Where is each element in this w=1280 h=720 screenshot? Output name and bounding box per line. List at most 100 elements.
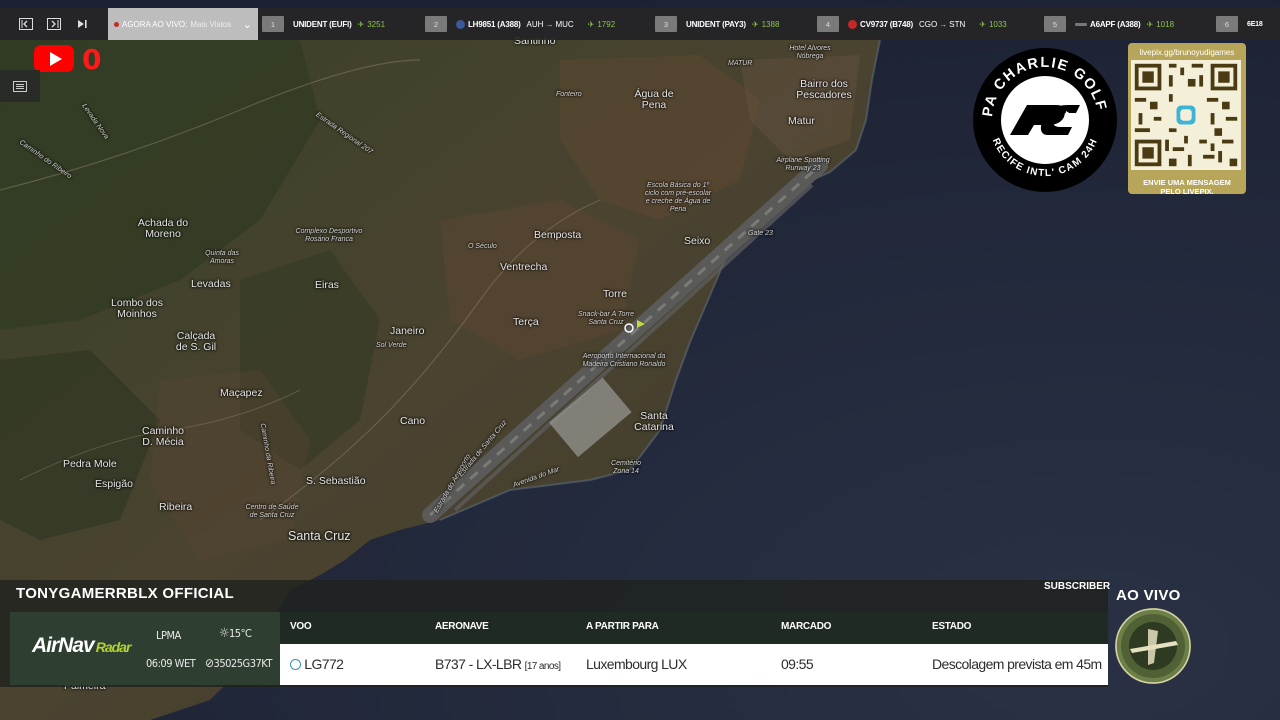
- map-label: Água de Pena: [634, 88, 674, 111]
- map-label: Escola Básica do 1º ciclo com pré-escola…: [644, 182, 712, 213]
- flight-ticker-item[interactable]: 2 LH9851 (A388) AUH → MUC ✈ 1792: [425, 8, 615, 40]
- arrow-right-icon: →: [545, 19, 554, 29]
- plane-icon: ✈: [751, 19, 759, 29]
- map-label: Janeiro: [390, 325, 425, 337]
- map-label: Achada do Moreno: [137, 217, 189, 240]
- map-label: Cemitério Zona 14: [611, 460, 641, 475]
- header-aircraft: AERONAVE: [435, 621, 489, 632]
- list-menu-icon[interactable]: [0, 70, 40, 102]
- flight-ticker-item[interactable]: 6 6E18: [1216, 8, 1269, 40]
- map-label: Ventrecha: [500, 261, 548, 273]
- live-now-dropdown[interactable]: AGORA AO VIVO: Mais Vistos ⌄: [108, 8, 258, 40]
- header-destination: A PARTIR PARA: [586, 621, 659, 632]
- channel-badge-icon: [1115, 608, 1191, 684]
- viewers-count: ✈ 1018: [1146, 19, 1175, 29]
- map-label: Espigão: [95, 478, 133, 490]
- qr-message: ENVIE UMA MENSAGEM PELO LIVEPIX.: [1143, 178, 1231, 196]
- rank-badge: 6: [1216, 16, 1238, 32]
- map-label: Sol Verde: [376, 342, 407, 349]
- map-label: Santa Catarina: [634, 410, 674, 433]
- flight-number-partial: 6E18: [1247, 20, 1263, 28]
- sun-cloud-icon: ☼: [219, 626, 230, 641]
- wind-icon: ⊘: [205, 656, 214, 670]
- flight-number: LH9851 (A388): [468, 19, 521, 29]
- flight-status: Descolagem prevista em 45m: [932, 656, 1102, 672]
- map-label: Complexo Desportivo Rosário Franca: [295, 228, 363, 243]
- flight-ticker-item[interactable]: 4 CV9737 (B748) CGO → STN ✈ 1033: [817, 8, 1007, 40]
- map-label: Snack-bar A Torre Santa Cruz: [577, 311, 635, 326]
- rank-badge: 3: [655, 16, 677, 32]
- map-label: O Século: [468, 243, 497, 250]
- map-label: Pedra Mole: [63, 458, 117, 470]
- map-label: Lombo dos Moinhos: [111, 297, 163, 320]
- flight-table-header: VOO AERONAVE A PARTIR PARA MARCADO ESTAD…: [280, 612, 1108, 644]
- map-label: Quinta das Amoras: [205, 250, 239, 265]
- header-flight: VOO: [290, 621, 312, 632]
- flight-route: CGO → STN: [919, 19, 966, 29]
- flight-ticker-item[interactable]: 1 UNIDENT (EUFI) ✈ 3251: [262, 8, 385, 40]
- wind-info: ⊘35025G37KT: [205, 656, 272, 670]
- flight-route: AUH → MUC: [526, 19, 574, 29]
- aircraft-reg: B737 - LX-LBR [17 anos]: [435, 656, 561, 672]
- destination: Luxembourg LUX: [586, 656, 687, 672]
- flight-number: UNIDENT (PAY3): [686, 19, 746, 29]
- map-label: Santa Cruz: [288, 529, 351, 543]
- airnav-logo: AirNav Radar: [32, 634, 131, 657]
- youtube-counter: 0: [82, 43, 102, 76]
- map-label: Bairro dos Pescadores: [796, 78, 852, 101]
- channel-name: TONYGAMERRBLX OFFICIAL: [16, 585, 234, 602]
- rank-badge: 1: [262, 16, 284, 32]
- flight-number: LG772: [290, 656, 344, 672]
- map-label: Levadas: [191, 278, 231, 290]
- flight-number: A6APF (A388): [1090, 19, 1141, 29]
- arrow-right-icon: →: [939, 19, 948, 29]
- youtube-icon: [34, 45, 74, 72]
- live-dot-icon: [114, 21, 119, 27]
- map-label: Matur: [788, 115, 815, 127]
- map-label: Hotel Alvores Nóbrega: [789, 45, 831, 60]
- header-status: ESTADO: [932, 621, 972, 632]
- livepix-qr-panel[interactable]: livepix.gg/brunoyudigames ENVIE UMA MENS…: [1128, 43, 1246, 196]
- map-label: Caminho D. Mécia: [141, 425, 185, 448]
- map-label: Airplane Spotting Runway 23: [776, 157, 830, 172]
- airline-logo-icon: [456, 19, 465, 29]
- map-label: Calçada de S. Gil: [175, 330, 217, 353]
- map-label: Centro de Saúde de Santa Cruz: [245, 504, 299, 519]
- plane-icon: ✈: [357, 19, 365, 29]
- viewers-count: ✈ 1033: [979, 19, 1007, 29]
- airline-logo-icon: [1075, 22, 1087, 26]
- map-label: Torre: [603, 288, 627, 300]
- flight-table-row[interactable]: LG772 B737 - LX-LBR [17 anos] Luxembourg…: [280, 644, 1108, 685]
- flight-number: UNIDENT (EUFI): [293, 19, 352, 29]
- live-now-label: AGORA AO VIVO:: [122, 19, 188, 29]
- scheduled-time: 09:55: [781, 656, 814, 672]
- flight-ticker-item[interactable]: 5 A6APF (A388) ✈ 1018: [1044, 8, 1174, 40]
- chevron-down-icon: ⌄: [242, 18, 252, 31]
- weather-temp: ☼15°C: [219, 626, 252, 641]
- flight-ticker-item[interactable]: 3 UNIDENT (PAY3) ✈ 1388: [655, 8, 779, 40]
- plane-icon: ✈: [1146, 19, 1154, 29]
- map-label: Gate 23: [748, 230, 773, 237]
- local-time: 06:09 WET: [146, 657, 196, 670]
- collapse-icon[interactable]: [12, 8, 40, 40]
- subscriber-label: SUBSCRIBER: [1044, 581, 1111, 592]
- airnav-info-box: AirNav Radar: [10, 612, 280, 685]
- header-scheduled: MARCADO: [781, 621, 832, 632]
- viewers-count: ✈ 3251: [357, 19, 386, 29]
- rank-badge: 5: [1044, 16, 1066, 32]
- map-label: Maçapez: [220, 387, 263, 399]
- viewers-count: ✈ 1388: [751, 19, 780, 29]
- plane-icon: ✈: [587, 19, 595, 29]
- qr-code-icon: [1131, 60, 1241, 170]
- map-label: Terça: [513, 316, 539, 328]
- map-label: S. Sebastião: [306, 475, 366, 487]
- plane-icon: ✈: [979, 19, 986, 29]
- viewers-count: ✈ 1792: [587, 19, 616, 29]
- skip-icon[interactable]: [68, 8, 96, 40]
- live-label: AO VIVO: [1116, 587, 1181, 604]
- expand-icon[interactable]: [40, 8, 68, 40]
- qr-url: livepix.gg/brunoyudigames: [1139, 48, 1235, 57]
- map-label: Cano: [400, 415, 426, 427]
- map-label: Aeroporto Internacional da Madeira Crist…: [582, 353, 666, 368]
- rank-badge: 4: [817, 16, 839, 32]
